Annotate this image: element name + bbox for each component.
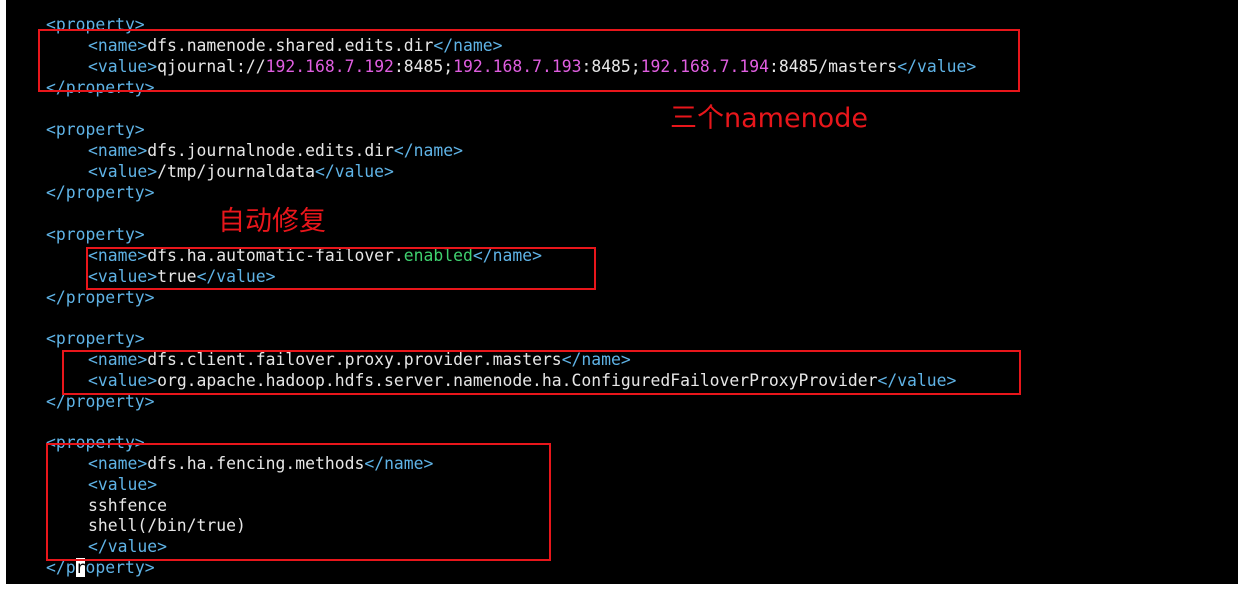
code-line: <property> — [46, 432, 145, 453]
property-name: dfs.ha.automatic-failover. — [147, 246, 404, 265]
property-close-tag: operty> — [85, 558, 155, 577]
property-close-tag: </property> — [46, 78, 155, 97]
annotation-namenode: 三个namenode — [670, 103, 868, 134]
property-close-tag: </property> — [46, 183, 155, 202]
code-line: <property> — [46, 119, 145, 140]
property-value: org.apache.hadoop.hdfs.server.namenode.h… — [157, 371, 878, 390]
code-line: <property> — [46, 328, 145, 349]
ip-address: 192.168.7.192 — [265, 57, 394, 76]
name-open-tag: <name> — [88, 350, 148, 369]
annotation-failover: 自动修复 — [218, 206, 326, 237]
property-open-tag: <property> — [46, 15, 145, 34]
property-name: dfs.namenode.shared.edits.dir — [147, 36, 434, 55]
property-open-tag: <property> — [46, 225, 145, 244]
value-text: :8485; — [581, 57, 641, 76]
ip-address: 192.168.7.194 — [640, 57, 769, 76]
property-open-tag: <property> — [46, 120, 145, 139]
name-close-tag: </name> — [433, 36, 503, 55]
value-open-tag: <value> — [88, 371, 158, 390]
code-line: <value>qjournal://192.168.7.192:8485;192… — [46, 56, 976, 77]
name-close-tag: </name> — [561, 350, 631, 369]
value-close-tag: </value> — [314, 162, 394, 181]
property-name: dfs.client.failover.proxy.provider.maste… — [147, 350, 562, 369]
value-close-tag: </value> — [877, 371, 957, 390]
value-close-tag: </value> — [196, 267, 276, 286]
code-line: </property> — [46, 77, 155, 98]
code-line: <property> — [46, 224, 145, 245]
code-line: <value>/tmp/journaldata</value> — [46, 161, 394, 182]
code-line: </property> — [46, 287, 155, 308]
code-line[interactable]: </property> — [46, 557, 155, 578]
property-value: /tmp/journaldata — [157, 162, 315, 181]
value-open-tag: <value> — [88, 267, 158, 286]
code-line: <name>dfs.ha.fencing.methods</name> — [46, 453, 433, 474]
code-line: <name>dfs.namenode.shared.edits.dir</nam… — [46, 35, 502, 56]
code-line: <value> — [46, 474, 157, 495]
value-text: :8485; — [393, 57, 454, 76]
ip-address: 192.168.7.193 — [453, 57, 582, 76]
code-line: <property> — [46, 14, 145, 35]
property-value: shell(/bin/true) — [88, 516, 246, 535]
code-line: <name>dfs.client.failover.proxy.provider… — [46, 349, 631, 370]
code-line: </property> — [46, 391, 155, 412]
name-open-tag: <name> — [88, 454, 148, 473]
code-line: <name>dfs.journalnode.edits.dir</name> — [46, 140, 463, 161]
name-close-tag: </name> — [393, 141, 463, 160]
name-open-tag: <name> — [88, 36, 148, 55]
code-line: sshfence — [46, 495, 167, 516]
code-line: </value> — [46, 536, 167, 557]
code-line: <value>org.apache.hadoop.hdfs.server.nam… — [46, 370, 956, 391]
name-open-tag: <name> — [88, 246, 148, 265]
terminal-window: <property> <name>dfs.namenode.shared.edi… — [6, 0, 1238, 584]
property-value: sshfence — [88, 496, 167, 515]
value-open-tag: <value> — [88, 57, 158, 76]
property-close-tag: </property> — [46, 288, 155, 307]
code-line: </property> — [46, 182, 155, 203]
code-line: <name>dfs.ha.automatic-failover.enabled<… — [46, 245, 542, 266]
value-close-tag: </value> — [897, 57, 977, 76]
text-cursor[interactable]: r — [75, 558, 86, 577]
name-open-tag: <name> — [88, 141, 148, 160]
property-open-tag: <property> — [46, 433, 145, 452]
property-value: true — [157, 267, 197, 286]
property-name: dfs.ha.fencing.methods — [147, 454, 365, 473]
code-line: <value>true</value> — [46, 266, 276, 287]
value-text: qjournal:// — [157, 57, 266, 76]
property-close-tag: </p — [46, 558, 76, 577]
property-close-tag: </property> — [46, 392, 155, 411]
name-close-tag: </name> — [364, 454, 434, 473]
name-close-tag: </name> — [472, 246, 542, 265]
value-open-tag: <value> — [88, 475, 158, 494]
property-name-keyword: enabled — [403, 246, 473, 265]
value-open-tag: <value> — [88, 162, 158, 181]
property-open-tag: <property> — [46, 329, 145, 348]
value-text: :8485/masters — [768, 57, 898, 76]
value-close-tag: </value> — [88, 537, 167, 556]
code-line: shell(/bin/true) — [46, 515, 246, 536]
property-name: dfs.journalnode.edits.dir — [147, 141, 394, 160]
